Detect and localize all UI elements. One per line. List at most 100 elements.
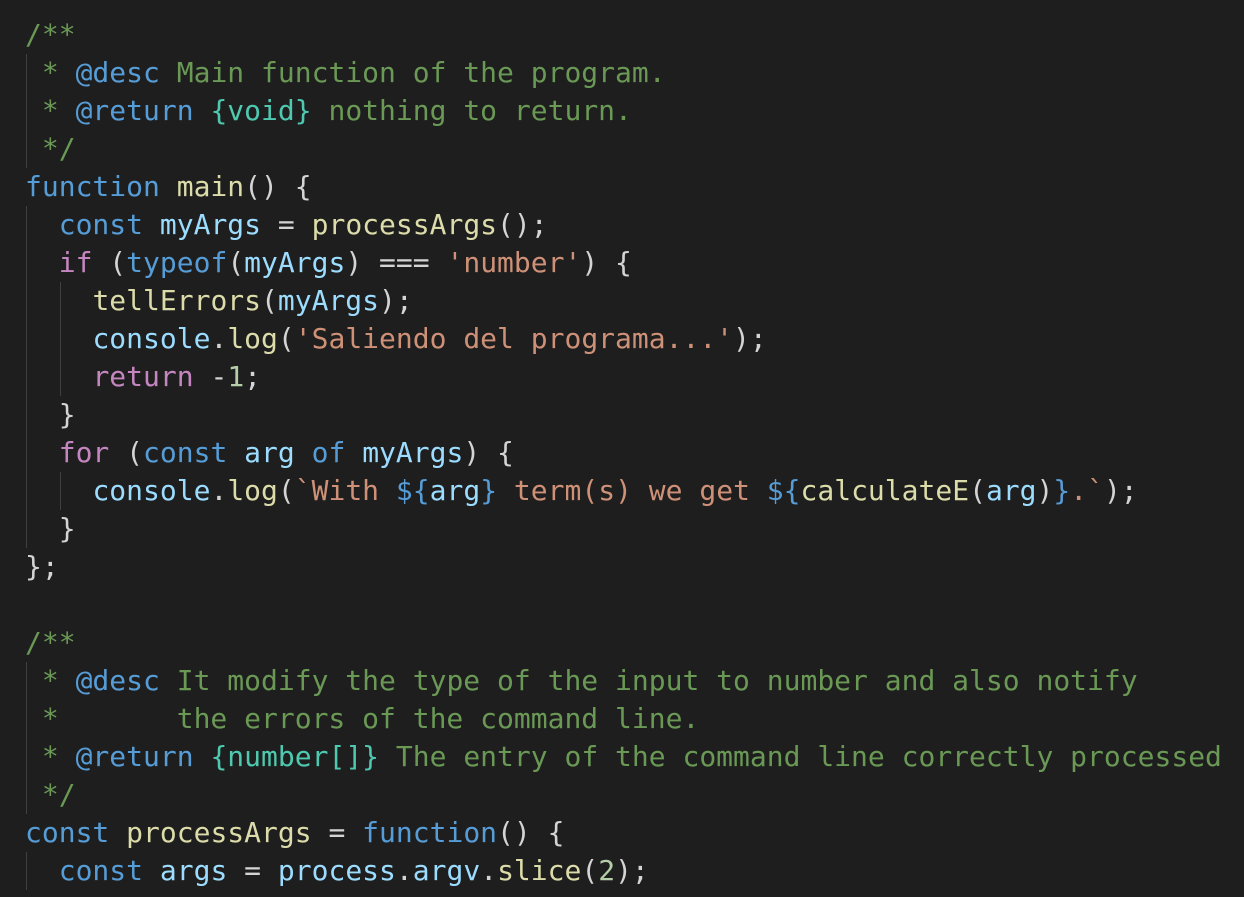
code-token: It modify the type of the input to numbe… bbox=[159, 664, 1138, 697]
code-line[interactable]: /** bbox=[25, 16, 1222, 54]
code-token: ${ bbox=[395, 474, 430, 507]
code-token: processArgs bbox=[126, 816, 312, 849]
code-line[interactable]: console.log(`With ${arg} term(s) we get … bbox=[25, 472, 1222, 510]
indent-guide bbox=[26, 282, 27, 320]
code-token: ( bbox=[261, 284, 278, 317]
code-token: ); bbox=[615, 854, 649, 887]
code-token: calculateE bbox=[800, 474, 970, 507]
code-token: ) { bbox=[581, 246, 632, 279]
code-token: slice bbox=[497, 854, 582, 887]
code-token: ( bbox=[92, 246, 127, 279]
code-line[interactable]: for (const arg of myArgs) { bbox=[25, 434, 1222, 472]
code-token: myArgs bbox=[244, 246, 346, 279]
code-token: .` bbox=[1070, 474, 1104, 507]
code-line[interactable]: /** bbox=[25, 624, 1222, 662]
code-token: function bbox=[362, 816, 498, 849]
code-token: processArgs bbox=[311, 208, 498, 241]
code-lines: /** * @desc Main function of the program… bbox=[25, 16, 1222, 890]
indent-guide bbox=[26, 54, 27, 92]
code-editor[interactable]: /** * @desc Main function of the program… bbox=[0, 0, 1244, 897]
code-token: 'number' bbox=[446, 246, 582, 279]
code-line[interactable]: * @return {number[]} The entry of the co… bbox=[25, 738, 1222, 776]
code-token: ( bbox=[227, 246, 245, 279]
code-token: . bbox=[210, 322, 228, 355]
code-line[interactable]: * the errors of the command line. bbox=[25, 700, 1222, 738]
code-token: () { bbox=[244, 170, 312, 203]
code-token: ${ bbox=[766, 474, 801, 507]
indent-guide bbox=[59, 282, 61, 320]
code-token: * bbox=[25, 94, 76, 127]
code-token: The entry of the command line correctly … bbox=[379, 740, 1222, 773]
code-token: * bbox=[25, 56, 76, 89]
code-line[interactable]: * @return {void} nothing to return. bbox=[25, 92, 1222, 130]
code-line[interactable]: function main() { bbox=[25, 168, 1222, 206]
code-token: = bbox=[261, 208, 312, 241]
code-token: = bbox=[227, 854, 278, 887]
code-token: ( bbox=[277, 474, 295, 507]
code-token: function bbox=[25, 170, 160, 203]
code-token: return bbox=[92, 360, 194, 393]
code-line[interactable]: const myArgs = processArgs(); bbox=[25, 206, 1222, 244]
code-token: {number[]} bbox=[210, 740, 380, 773]
indent-guide bbox=[59, 472, 61, 510]
code-token: (); bbox=[497, 208, 548, 241]
code-line[interactable]: * @desc It modify the type of the input … bbox=[25, 662, 1222, 700]
code-token: . bbox=[395, 854, 413, 887]
indent-guide bbox=[26, 206, 27, 244]
indent-guide bbox=[59, 358, 61, 396]
code-line[interactable]: */ bbox=[25, 130, 1222, 168]
indent-guide bbox=[26, 510, 27, 548]
code-line[interactable]: if (typeof(myArgs) === 'number') { bbox=[25, 244, 1222, 282]
code-token: @return bbox=[75, 94, 194, 127]
code-line[interactable]: console.log('Saliendo del programa...'); bbox=[25, 320, 1222, 358]
code-token: arg bbox=[429, 474, 481, 507]
code-line[interactable]: const processArgs = function() { bbox=[25, 814, 1222, 852]
code-token: typeof bbox=[126, 246, 228, 279]
code-token: tellErrors bbox=[92, 284, 262, 317]
code-line[interactable]: */ bbox=[25, 776, 1222, 814]
code-token: argv bbox=[412, 854, 481, 887]
code-token: @desc bbox=[75, 664, 160, 697]
code-token: = bbox=[311, 816, 363, 849]
code-token: 2 bbox=[598, 854, 616, 887]
code-token: ; bbox=[244, 360, 262, 393]
code-token: Main function of the program. bbox=[159, 56, 666, 89]
code-line[interactable]: }; bbox=[25, 548, 1222, 586]
code-token: * the errors of the command line. bbox=[25, 702, 700, 735]
code-line[interactable]: return -1; bbox=[25, 358, 1222, 396]
indent-guide bbox=[26, 320, 27, 358]
code-line[interactable]: * @desc Main function of the program. bbox=[25, 54, 1222, 92]
indent-guide bbox=[26, 700, 27, 738]
code-line[interactable] bbox=[25, 586, 1222, 624]
indent-guide bbox=[26, 358, 27, 396]
code-line[interactable]: tellErrors(myArgs); bbox=[25, 282, 1222, 320]
indent-guide bbox=[26, 472, 27, 510]
code-token: myArgs bbox=[159, 208, 262, 241]
indent-guide bbox=[26, 396, 27, 434]
code-line[interactable]: const args = process.argv.slice(2); bbox=[25, 852, 1222, 890]
code-token: args bbox=[159, 854, 228, 887]
code-token: of bbox=[311, 436, 346, 469]
code-token: process bbox=[277, 854, 396, 887]
code-token: const bbox=[58, 208, 144, 241]
code-token: . bbox=[210, 474, 228, 507]
code-token: if bbox=[58, 246, 93, 279]
code-token: myArgs bbox=[362, 436, 464, 469]
code-line[interactable]: } bbox=[25, 510, 1222, 548]
indent-guide bbox=[26, 130, 27, 168]
code-token: console bbox=[92, 474, 211, 507]
code-token: */ bbox=[25, 778, 76, 811]
code-token: /** bbox=[25, 626, 76, 659]
indent-guide bbox=[26, 244, 27, 282]
code-token: console bbox=[92, 322, 211, 355]
code-line[interactable]: } bbox=[25, 396, 1222, 434]
code-token: } bbox=[1053, 474, 1071, 507]
indent-guide bbox=[26, 852, 27, 890]
